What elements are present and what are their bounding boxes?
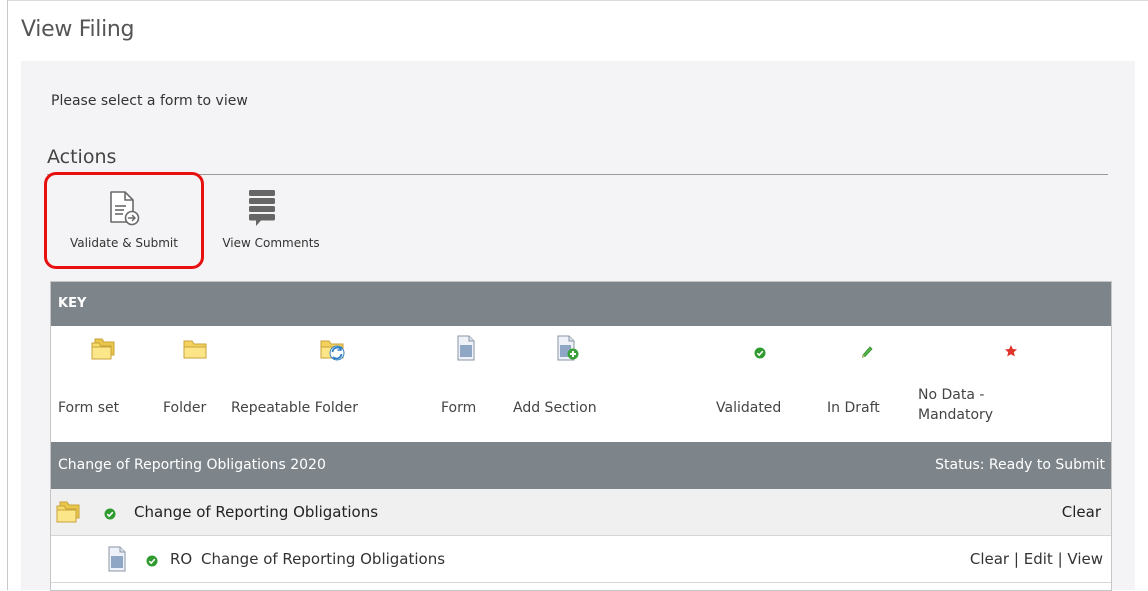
frame-left-border bbox=[7, 0, 8, 590]
comments-icon bbox=[247, 188, 277, 231]
key-label-repeatable-folder: Repeatable Folder bbox=[231, 400, 358, 416]
table-row-form-set[interactable]: Change of Reporting Obligations Clear bbox=[51, 489, 1111, 536]
form-icon bbox=[107, 546, 127, 576]
form-name[interactable]: Change of Reporting Obligations bbox=[201, 550, 445, 568]
form-set-name[interactable]: Change of Reporting Obligations bbox=[134, 503, 378, 521]
no-data-mandatory-icon bbox=[1004, 343, 1018, 362]
filing-title: Change of Reporting Obligations 2020 bbox=[58, 457, 326, 473]
actions-divider bbox=[47, 174, 1108, 175]
add-section-icon bbox=[556, 335, 580, 365]
key-header-label: KEY bbox=[58, 296, 87, 311]
view-comments-label: View Comments bbox=[222, 236, 320, 250]
view-comments-button[interactable]: View Comments bbox=[208, 186, 334, 266]
filing-status: Status: Ready to Submit bbox=[935, 457, 1105, 473]
key-label-form: Form bbox=[441, 400, 477, 416]
key-header: KEY bbox=[51, 282, 1111, 326]
validated-icon bbox=[104, 506, 116, 524]
form-row-actions: Clear | Edit | View bbox=[970, 550, 1103, 568]
clear-link[interactable]: Clear bbox=[1062, 503, 1101, 521]
clear-link[interactable]: Clear bbox=[970, 550, 1009, 568]
filing-header-row: Change of Reporting Obligations 2020 Sta… bbox=[51, 442, 1111, 489]
form-icon bbox=[456, 335, 476, 365]
validated-icon bbox=[146, 553, 158, 571]
view-link[interactable]: View bbox=[1067, 550, 1103, 568]
separator: | bbox=[1057, 550, 1068, 568]
highlight-annotation bbox=[44, 172, 204, 269]
in-draft-icon bbox=[860, 343, 874, 362]
table-row-form[interactable]: RO Change of Reporting Obligations Clear… bbox=[51, 536, 1111, 583]
folder-icon bbox=[182, 338, 208, 364]
form-code: RO bbox=[170, 550, 193, 568]
page-title: View Filing bbox=[21, 17, 135, 42]
edit-link[interactable]: Edit bbox=[1024, 550, 1053, 568]
repeatable-folder-icon bbox=[319, 336, 347, 366]
key-label-in-draft: In Draft bbox=[827, 400, 880, 416]
select-form-prompt: Please select a form to view bbox=[51, 93, 248, 109]
key-label-no-data-mandatory: No Data - Mandatory bbox=[918, 387, 994, 423]
separator: | bbox=[1013, 550, 1024, 568]
key-label-add-section: Add Section bbox=[513, 400, 597, 416]
validated-icon bbox=[754, 344, 766, 363]
actions-heading: Actions bbox=[47, 146, 117, 168]
key-label-validated: Validated bbox=[716, 400, 782, 416]
form-set-icon bbox=[91, 336, 117, 364]
key-table: KEY Form set Folder Repeatable Folder Fo… bbox=[50, 281, 1112, 591]
key-label-form-set: Form set bbox=[58, 400, 120, 416]
frame-top-border bbox=[7, 0, 1148, 1]
key-label-folder: Folder bbox=[163, 400, 207, 416]
form-set-icon bbox=[56, 499, 82, 527]
